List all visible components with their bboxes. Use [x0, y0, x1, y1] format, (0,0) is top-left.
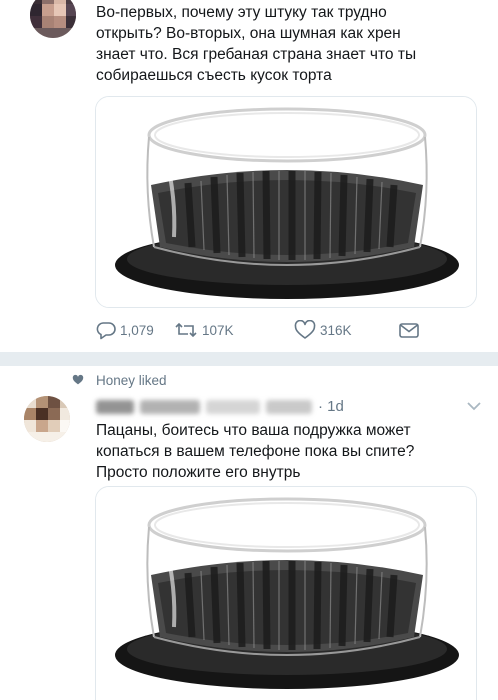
tweet-separator [0, 352, 498, 366]
retweet-count: 107K [202, 322, 234, 338]
envelope-icon [399, 323, 419, 338]
reply-button[interactable]: 1,079 [96, 318, 154, 342]
tweet-actions: 1,079 107K 316K [96, 318, 436, 342]
like-button[interactable]: 316K [294, 318, 352, 342]
heart-icon [294, 320, 316, 339]
tweet-timestamp[interactable]: · 1d [318, 398, 344, 415]
retweet-button[interactable]: 107K [174, 318, 234, 342]
avatar[interactable] [30, 0, 76, 38]
tweet-1[interactable]: Во-первых, почему эту штуку так трудно о… [0, 0, 498, 352]
avatar[interactable] [24, 396, 70, 442]
heart-icon [72, 374, 84, 385]
tweet-header: · 1d [96, 396, 486, 418]
tweet-text: Пацаны, боитесь что ваша подружка может … [96, 422, 415, 481]
retweet-icon [175, 322, 197, 338]
reply-icon [96, 322, 116, 340]
social-context-text: Honey liked [96, 372, 167, 388]
like-count: 316K [320, 322, 352, 338]
direct-message-button[interactable] [398, 318, 424, 342]
tweet-image[interactable] [95, 486, 477, 700]
chevron-down-icon[interactable] [466, 400, 482, 412]
reply-count: 1,079 [120, 322, 154, 338]
social-context: Honey liked [72, 371, 167, 389]
author-name-redacted[interactable] [96, 400, 316, 414]
tweet-image[interactable] [95, 96, 477, 308]
tweet-text: Во-первых, почему эту штуку так трудно о… [96, 4, 417, 84]
